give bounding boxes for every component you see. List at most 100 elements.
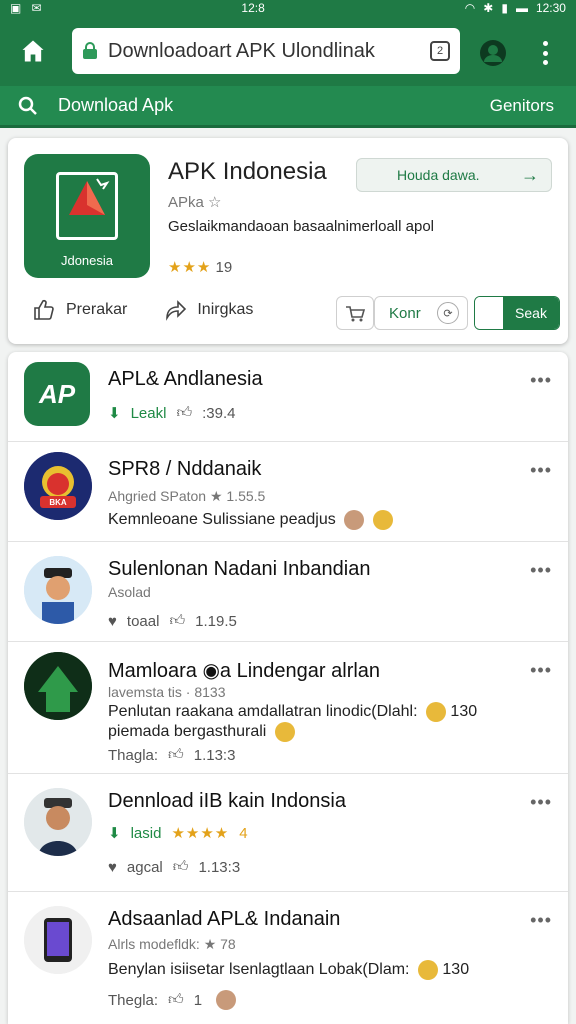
app-description: Benylan isiisetar lsenlagtlaan Lobak(Dla… — [108, 960, 469, 980]
app-title: Adsaanlad APL& Indanain — [108, 908, 341, 930]
list-item[interactable]: Mamloara ◉a Lindengar alrlan lavemsta ti… — [8, 642, 568, 774]
app-description-text: piemada bergasthurali — [108, 723, 267, 741]
korean-chip[interactable]: Konr ⟳ — [374, 296, 468, 330]
app-stats: Thagla: 👍︎ 1.13:3 — [108, 746, 235, 764]
app-meta: Leakl — [130, 404, 167, 422]
chip-label: Konr — [389, 304, 421, 322]
bluetooth-icon: ✱ — [483, 1, 494, 15]
list-item[interactable]: Adsaanlad APL& Indanain Alrls modefldk: … — [8, 892, 568, 1024]
overflow-menu-button[interactable] — [535, 38, 555, 68]
more-options-icon[interactable]: ••• — [530, 910, 552, 931]
app-avatar-image — [24, 452, 92, 520]
like-icon: 👍︎ — [168, 746, 184, 763]
toggle-off-part — [475, 297, 503, 329]
avatar-emoji-icon — [344, 510, 365, 530]
thumbs-up-button[interactable]: Prerakar — [32, 298, 127, 322]
search-bar[interactable]: Download Apk Genitors — [0, 86, 576, 128]
logo-text: Jdonesia — [60, 253, 114, 268]
seak-toggle[interactable]: Seak — [474, 296, 560, 330]
more-options-icon[interactable]: ••• — [530, 660, 552, 681]
rating-count: 19 — [215, 259, 233, 276]
download-icon: ⬇ — [108, 825, 121, 842]
app-stat: 1 — [193, 991, 203, 1009]
featured-app-description: Geslaikmandaoan basaalnimerloall apol — [168, 218, 434, 235]
app-title: Sulenlonan Nadani Inbandian — [108, 558, 371, 580]
wifi-icon: ◠ — [464, 1, 476, 15]
refresh-icon: ⟳ — [437, 302, 459, 324]
star-rating-icon: ★★★★ — [171, 825, 230, 842]
install-label: Houda dawa. — [397, 167, 480, 183]
app-stat: Thagla: — [108, 746, 159, 764]
like-icon: 👍︎ — [172, 858, 189, 875]
list-item[interactable]: BKA SPR8 / Nddanaik Ahgried SPaton ★ 1.5… — [8, 442, 568, 542]
action-label: Inirgkas — [197, 301, 254, 318]
status-clock: 12:30 — [535, 1, 566, 15]
app-stats: ♥ agcal 👍︎ 1.13:3 — [108, 858, 240, 876]
list-item[interactable]: AP APL& Andlanesia ⬇ Leakl 👍︎ :39.4 ••• — [8, 352, 568, 442]
menu-dot — [542, 41, 548, 46]
more-options-icon[interactable]: ••• — [530, 370, 552, 391]
app-stat: 1.13:3 — [193, 746, 236, 764]
app-description-count: 130 — [450, 703, 478, 721]
avatar-badge: BKA — [49, 498, 67, 507]
toggle-label: Seak — [503, 297, 559, 329]
address-bar[interactable]: Downloadoart APK Ulondlinak 2 — [72, 28, 460, 74]
app-avatar: BKA — [24, 452, 92, 520]
cart-button[interactable] — [336, 296, 374, 330]
app-logo: AP — [24, 362, 90, 426]
search-right-link[interactable]: Genitors — [490, 96, 554, 116]
app-title: APL& Andlanesia — [108, 368, 263, 390]
cartoon-avatar-image — [24, 556, 92, 624]
app-avatar — [24, 788, 92, 856]
url-text[interactable]: Downloadoart APK Ulondlinak — [108, 40, 430, 63]
app-title: Dennload iIB kain Indonsia — [108, 790, 346, 812]
like-icon: 👍︎ — [168, 991, 184, 1008]
profile-icon[interactable] — [478, 38, 508, 68]
featured-app-card: Jdonesia APK Indonesia APka ☆ Geslaikman… — [8, 138, 568, 344]
app-title: SPR8 / Nddanaik — [108, 458, 262, 480]
battery-icon: ▬ — [515, 1, 528, 15]
status-bar: ▣ ✉ 12:8 ◠ ✱ ▮ ▬ 12:30 — [0, 0, 576, 16]
list-item[interactable]: Sulenlonan Nadani Inbandian Asolad ♥ toa… — [8, 542, 568, 642]
featured-app-title: APK Indonesia — [168, 158, 327, 185]
app-avatar — [24, 906, 92, 974]
search-icon — [18, 96, 37, 115]
lock-icon — [83, 42, 97, 59]
search-label[interactable]: Download Apk — [58, 95, 173, 116]
app-title: Mamloara ◉a Lindengar alrlan — [108, 660, 381, 682]
share-button[interactable]: Inirgkas — [163, 298, 253, 322]
mail-icon: ✉ — [31, 1, 42, 15]
home-button[interactable] — [0, 16, 66, 86]
like-icon: 👍︎ — [169, 612, 186, 629]
app-description-text: Penlutan raakana amdallatran linodic(Dla… — [108, 703, 418, 721]
list-item[interactable]: Dennload iIB kain Indonsia ⬇ lasid ★★★★ … — [8, 774, 568, 892]
install-button[interactable]: Houda dawa. → — [356, 158, 552, 192]
home-icon — [22, 40, 44, 62]
app-rating-row: ⬇ lasid ★★★★ 4 — [108, 824, 248, 843]
grin-emoji-icon — [274, 722, 295, 742]
app-description-text: Kemnleoane Sulissiane peadjus — [108, 511, 336, 529]
share-arrow-icon — [166, 300, 187, 321]
status-time: 12:8 — [241, 1, 265, 15]
app-meta: lavemsta tis · 8133 — [108, 684, 226, 700]
app-count: :39.4 — [202, 404, 236, 422]
smile-emoji-icon — [417, 960, 438, 980]
tab-count-button[interactable]: 2 — [430, 41, 450, 61]
avatar-emoji-icon — [216, 990, 237, 1010]
smile-emoji-icon — [372, 510, 393, 530]
more-options-icon[interactable]: ••• — [530, 460, 552, 481]
app-stat: 1.13:3 — [198, 858, 241, 876]
person-avatar-image — [24, 788, 92, 856]
app-stat: agcal — [126, 858, 163, 876]
more-options-icon[interactable]: ••• — [530, 792, 552, 813]
star-rating-icon: ★★★ — [168, 259, 212, 276]
featured-app-logo[interactable]: Jdonesia — [24, 154, 150, 278]
more-options-icon[interactable]: ••• — [530, 560, 552, 581]
app-stat: Thegla: — [108, 991, 159, 1009]
app-avatar — [24, 652, 92, 720]
menu-dot — [542, 50, 548, 56]
app-logo-text: AP — [38, 378, 76, 409]
phone-avatar-image — [24, 906, 92, 974]
app-meta: Ahgried SPaton ★ 1.55.5 — [108, 488, 266, 504]
app-meta: Asolad — [108, 584, 151, 600]
